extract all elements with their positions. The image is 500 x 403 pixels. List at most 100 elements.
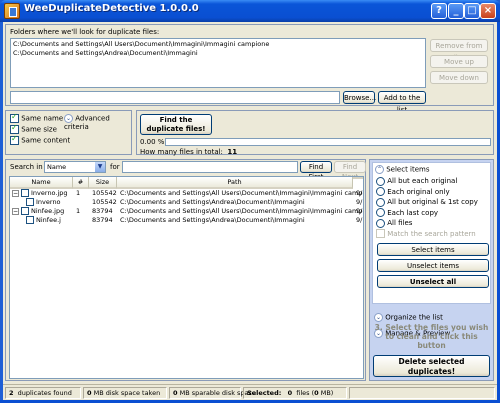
- instructions-text: 3. Select the files you wish to clean an…: [374, 323, 489, 350]
- chevron-down-icon: ⌄: [64, 114, 73, 123]
- table-body: − Inverno.jpg 1 105542 C:\Documents and …: [10, 189, 364, 225]
- chevron-down-icon: ⌄: [374, 313, 383, 322]
- search-input[interactable]: [122, 161, 298, 173]
- maximize-button[interactable]: □: [464, 3, 480, 19]
- option-all-but-original-first-copy[interactable]: All but original & 1st copy: [376, 197, 478, 208]
- status-disk-taken: 0 MB disk space taken: [83, 387, 167, 399]
- status-duplicates: 2 duplicates found: [5, 387, 81, 399]
- match-pattern-option[interactable]: Match the search pattern: [376, 229, 478, 240]
- window-title: WeeDuplicateDetective 1.0.0.0: [24, 3, 199, 14]
- app-icon: [4, 3, 20, 19]
- column-header-name[interactable]: Name: [10, 177, 73, 189]
- same-name-option[interactable]: Same name: [10, 112, 63, 123]
- unselect-items-button[interactable]: Unselect items: [377, 259, 489, 272]
- column-header-path[interactable]: Path: [117, 177, 353, 189]
- table-row[interactable]: − Inverno.jpg 1 105542 C:\Documents and …: [10, 189, 364, 198]
- cell-path: C:\Documents and Settings\Andrea\Documen…: [120, 216, 305, 224]
- add-to-list-button[interactable]: Add to the list: [378, 91, 426, 114]
- folders-panel: Folders where we'll look for duplicate f…: [5, 24, 494, 114]
- client-area: Folders where we'll look for duplicate f…: [3, 22, 497, 400]
- cell-name: Ninfee.jpg: [31, 207, 65, 215]
- title-bar[interactable]: WeeDuplicateDetective 1.0.0.0 ? _ □ ×: [0, 0, 500, 22]
- cell-size: 83794: [92, 216, 113, 224]
- folder-item[interactable]: C:\Documents and Settings\All Users\Docu…: [13, 40, 423, 49]
- progress-text: 0.00 %: [140, 138, 165, 146]
- cell-name: Inverno.jpg: [31, 189, 68, 197]
- cell-path: C:\Documents and Settings\Andrea\Documen…: [120, 198, 305, 206]
- select-items-header[interactable]: ⌃ Select items: [375, 165, 430, 174]
- column-header-count[interactable]: #: [73, 177, 89, 189]
- find-first-button[interactable]: Find First: [300, 161, 332, 181]
- cell-extra: 9/: [356, 189, 363, 197]
- find-panel: Find the duplicate files! 0.00 % How man…: [136, 110, 494, 156]
- move-up-button[interactable]: Move up: [430, 55, 488, 68]
- folder-path-input[interactable]: [10, 91, 340, 104]
- chevron-down-icon[interactable]: ▼: [95, 162, 105, 172]
- status-sparable: 0 MB sparable disk space: [169, 387, 256, 399]
- total-files-value: 11: [227, 148, 238, 156]
- move-down-button[interactable]: Move down: [430, 71, 488, 84]
- same-name-checkbox[interactable]: [10, 112, 19, 123]
- total-files-label: How many files in total: 11: [140, 148, 238, 156]
- close-button[interactable]: ×: [480, 3, 496, 19]
- results-panel: Search in Name ▼ for Find First Find Nex…: [5, 159, 366, 381]
- cell-extra: 9/: [356, 216, 363, 224]
- cell-count: 1: [76, 189, 81, 197]
- unselect-all-button[interactable]: Unselect all: [377, 275, 489, 288]
- status-bar: 2 duplicates found 0 MB disk space taken…: [3, 384, 497, 400]
- column-header-size[interactable]: Size: [89, 177, 117, 189]
- table-row[interactable]: − Ninfee.jpg 1 83794 C:\Documents and Se…: [10, 207, 364, 216]
- cell-extra: 9/: [356, 198, 363, 206]
- collapse-icon[interactable]: −: [12, 190, 19, 197]
- same-content-checkbox[interactable]: [10, 134, 19, 145]
- cell-name: Ninfee.j: [36, 216, 61, 224]
- cell-count: 1: [76, 207, 81, 215]
- status-selected: Selected: 0 files (0 MB): [243, 387, 347, 399]
- select-items-section: ⌃ Select items All but each original Eac…: [372, 162, 491, 304]
- select-items-button[interactable]: Select items: [377, 243, 489, 256]
- select-options: All but each original Each original only…: [376, 176, 478, 239]
- row-checkbox[interactable]: [21, 189, 29, 197]
- for-label: for: [110, 163, 120, 171]
- search-in-label: Search in: [10, 163, 43, 171]
- delete-duplicates-button[interactable]: Delete selected duplicates!: [373, 355, 490, 377]
- minimize-button[interactable]: _: [448, 3, 464, 19]
- browse-button[interactable]: Browse...: [343, 91, 376, 104]
- cell-extra: 9/: [356, 207, 363, 215]
- same-size-checkbox[interactable]: [10, 123, 19, 134]
- table-row[interactable]: Inverno 105542 C:\Documents and Settings…: [10, 198, 363, 207]
- help-button[interactable]: ?: [431, 3, 447, 19]
- progress-bar: [165, 138, 491, 146]
- collapse-icon[interactable]: −: [12, 208, 19, 215]
- table-row[interactable]: Ninfee.j 83794 C:\Documents and Settings…: [10, 216, 363, 225]
- option-original-only[interactable]: Each original only: [376, 187, 478, 198]
- cell-path: C:\Documents and Settings\All Users\Docu…: [120, 189, 364, 197]
- cell-name: Inverno: [36, 198, 61, 206]
- folders-list[interactable]: C:\Documents and Settings\All Users\Docu…: [10, 38, 426, 88]
- cell-size: 105542: [92, 198, 117, 206]
- column-header-extra[interactable]: [353, 177, 363, 179]
- row-checkbox[interactable]: [26, 198, 34, 206]
- results-table[interactable]: Name # Size Path − Inverno.jpg 1 105542 …: [9, 176, 364, 379]
- option-all-but-original[interactable]: All but each original: [376, 176, 478, 187]
- search-field-select[interactable]: Name ▼: [44, 161, 106, 173]
- folders-label: Folders where we'll look for duplicate f…: [10, 28, 160, 36]
- cell-size: 83794: [92, 207, 113, 215]
- folder-item[interactable]: C:\Documents and Settings\Andrea\Documen…: [13, 49, 423, 58]
- chevron-up-icon: ⌃: [375, 165, 384, 174]
- find-duplicates-button[interactable]: Find the duplicate files!: [140, 114, 212, 135]
- cell-size: 105542: [92, 189, 117, 197]
- row-checkbox[interactable]: [26, 216, 34, 224]
- status-empty: [349, 387, 495, 399]
- remove-from-list-button[interactable]: Remove from list: [430, 39, 488, 62]
- criteria-panel: Same name Same size Same content ⌄ Advan…: [5, 110, 132, 155]
- option-all-files[interactable]: All files: [376, 218, 478, 229]
- advanced-criteria-toggle[interactable]: ⌄ Advanced criteria: [64, 114, 131, 131]
- same-content-option[interactable]: Same content: [10, 134, 70, 145]
- option-last-copy[interactable]: Each last copy: [376, 208, 478, 219]
- find-next-button[interactable]: Find Next: [334, 161, 366, 181]
- row-checkbox[interactable]: [21, 207, 29, 215]
- same-size-option[interactable]: Same size: [10, 123, 57, 134]
- organize-list-header[interactable]: ⌄ Organize the list: [374, 313, 443, 322]
- cell-path: C:\Documents and Settings\All Users\Docu…: [120, 207, 364, 215]
